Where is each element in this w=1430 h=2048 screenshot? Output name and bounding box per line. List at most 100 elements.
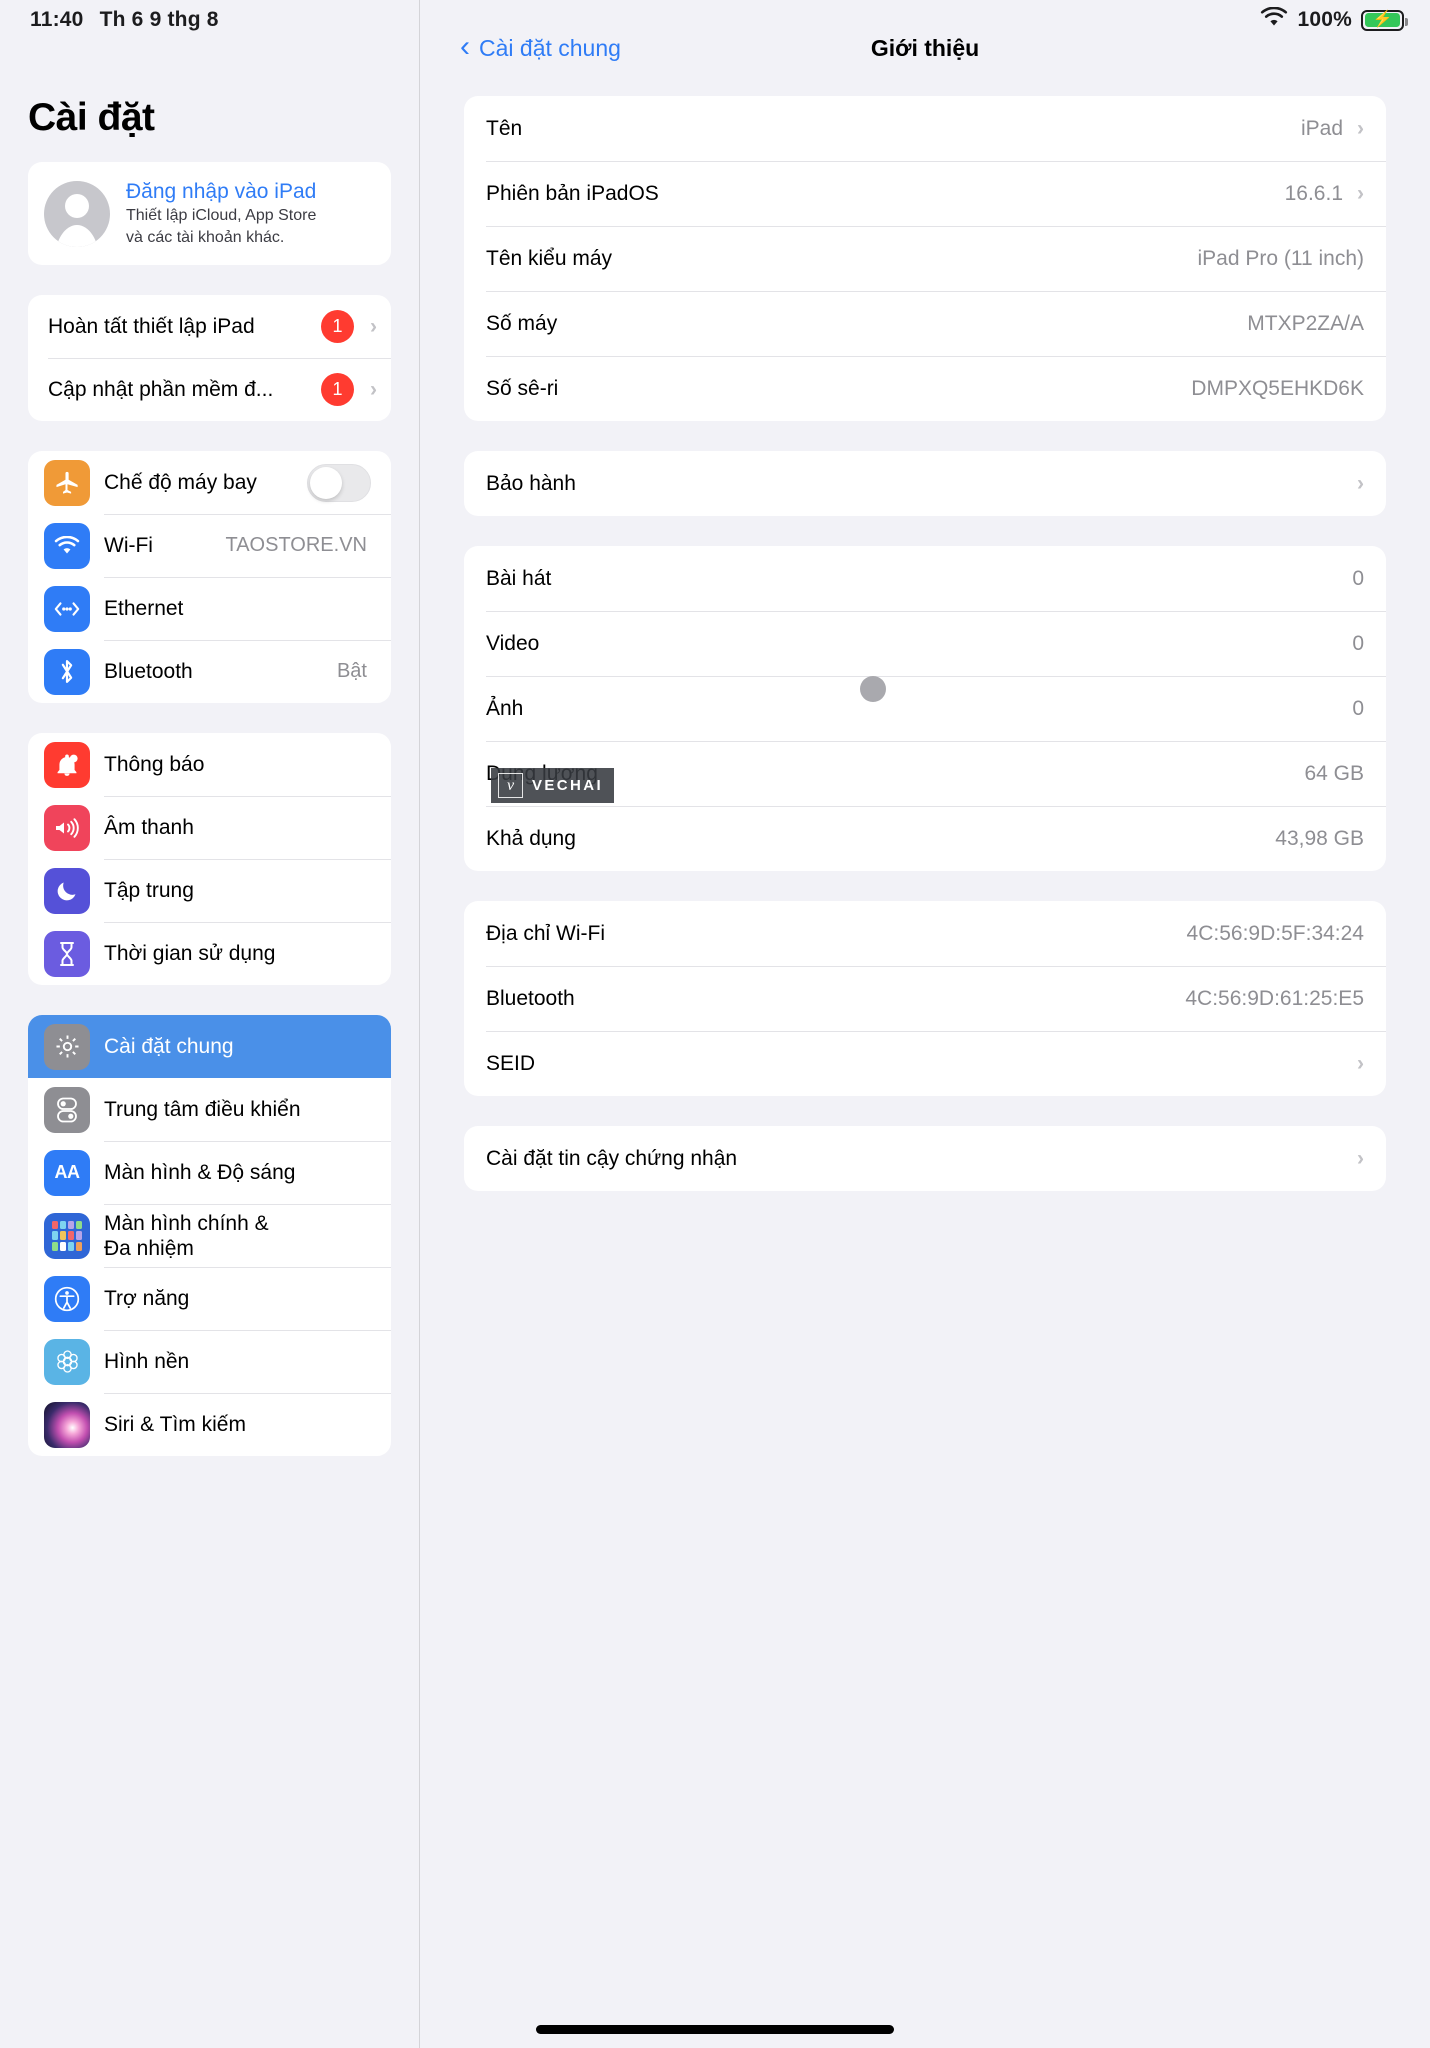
gear-icon [44, 1023, 90, 1070]
storage-card: Bài hát 0 Video 0 Ảnh 0 Dung lượng 64 GB… [464, 546, 1386, 871]
row-warranty[interactable]: Bảo hành › [464, 451, 1386, 516]
row-value: 0 [1352, 566, 1364, 590]
wallpaper-icon [44, 1338, 90, 1385]
chevron-right-icon: › [370, 315, 377, 339]
chevron-right-icon: › [1357, 1052, 1364, 1075]
setup-card[interactable]: Hoàn tất thiết lập iPad 1 › Cập nhật phầ… [28, 295, 391, 422]
bluetooth-state: Bật [336, 660, 367, 683]
avatar [44, 180, 110, 247]
sidebar-item-focus[interactable]: Tập trung [28, 859, 391, 922]
sidebar-item-home-screen-multitasking[interactable]: Màn hình chính & Đa nhiệm [28, 1204, 391, 1267]
sidebar-item-label: Trợ năng [104, 1286, 190, 1310]
hourglass-icon [44, 930, 90, 977]
row-bluetooth-address: Bluetooth 4C:56:9D:61:25:E5 [464, 966, 1386, 1031]
general-card[interactable]: Cài đặt chung Trung tâm điều khiển AA Mà… [28, 1015, 391, 1457]
airplane-icon [44, 459, 90, 506]
sidebar-item-label: Màn hình chính & [104, 1211, 269, 1235]
signin-subtitle-line1: Thiết lập iCloud, App Store [126, 207, 317, 225]
drag-indicator-dot[interactable] [860, 676, 886, 702]
row-value: DMPXQ5EHKD6K [1191, 376, 1364, 400]
chevron-right-icon: › [370, 378, 377, 402]
settings-sidebar[interactable]: Cài đặt Đăng nhập vào iPad Thiết lập iCl… [0, 0, 420, 2048]
row-name[interactable]: Tên iPad › [464, 96, 1386, 161]
signin-subtitle-line2: và các tài khoản khác. [126, 228, 285, 246]
sidebar-item-label: Thời gian sử dụng [104, 941, 276, 965]
home-screen-icon [44, 1212, 90, 1259]
sidebar-item-label: Hình nền [104, 1349, 190, 1373]
moon-icon [44, 867, 90, 914]
sidebar-item-label: Wi-Fi [104, 533, 153, 557]
sidebar-item-notifications[interactable]: Thông báo [28, 733, 391, 796]
status-bar: 11:40 Th 6 9 thg 8 100% ⚡ [0, 0, 1430, 40]
wifi-network-name: TAOSTORE.VN [225, 534, 367, 557]
notifications-card[interactable]: Thông báo Âm thanh Tập trung Thời gian s… [28, 733, 391, 986]
about-detail-pane: ‹ Cài đặt chung Giới thiệu Tên iPad › Ph… [420, 0, 1430, 2048]
row-value: 16.6.1 [1284, 181, 1343, 205]
wifi-icon [44, 522, 90, 569]
row-songs: Bài hát 0 [486, 566, 1364, 590]
battery-charging-icon: ⚡ [1361, 9, 1408, 31]
sidebar-item-screen-time[interactable]: Thời gian sử dụng [28, 922, 391, 985]
status-date: Th 6 9 thg 8 [99, 8, 219, 31]
sidebar-item-display-brightness[interactable]: AA Màn hình & Độ sáng [28, 1141, 391, 1204]
watermark-text: VECHAI [532, 777, 604, 794]
sidebar-item-software-update[interactable]: Cập nhật phần mềm đ... 1 › [28, 358, 391, 421]
device-info-card[interactable]: Tên iPad › Phiên bản iPadOS 16.6.1 › Tên… [464, 96, 1386, 421]
sidebar-item-sounds[interactable]: Âm thanh [28, 796, 391, 859]
sidebar-item-label: Ethernet [104, 596, 184, 620]
sidebar-item-siri-search[interactable]: Siri & Tìm kiếm [28, 1393, 391, 1456]
wifi-icon [1260, 6, 1288, 33]
sidebar-item-label: Bluetooth [104, 659, 193, 683]
sidebar-item-label: Siri & Tìm kiếm [104, 1412, 246, 1436]
row-certificate-trust-settings[interactable]: Cài đặt tin cậy chứng nhận › [464, 1126, 1386, 1191]
sidebar-item-accessibility[interactable]: Trợ năng [28, 1267, 391, 1330]
row-wifi-address: Địa chỉ Wi-Fi 4C:56:9D:5F:34:24 [486, 921, 1364, 945]
certificate-trust-card[interactable]: Cài đặt tin cậy chứng nhận › [464, 1126, 1386, 1191]
row-seid[interactable]: SEID › [464, 1031, 1386, 1096]
status-time: 11:40 [30, 8, 84, 31]
warranty-card[interactable]: Bảo hành › [464, 451, 1386, 516]
row-serial-number: Số sê-ri DMPXQ5EHKD6K [464, 356, 1386, 421]
sidebar-item-label: Âm thanh [104, 815, 194, 839]
row-value: 0 [1352, 631, 1364, 655]
sidebar-item-ethernet[interactable]: Ethernet [28, 577, 391, 640]
airplane-mode-toggle[interactable] [307, 463, 371, 502]
signin-card[interactable]: Đăng nhập vào iPad Thiết lập iCloud, App… [28, 162, 391, 266]
row-model-number: Số máy MTXP2ZA/A [464, 291, 1386, 356]
page-title: Cài đặt [28, 96, 155, 139]
sidebar-item-finish-setup[interactable]: Hoàn tất thiết lập iPad 1 › [28, 295, 391, 358]
home-indicator[interactable] [536, 2025, 894, 2034]
row-value: iPad [1300, 116, 1343, 140]
connectivity-card[interactable]: Chế độ máy bay Wi-Fi TAOSTORE.VN Etherne… [28, 451, 391, 704]
sidebar-item-airplane-mode[interactable]: Chế độ máy bay [28, 451, 391, 514]
network-card[interactable]: Địa chỉ Wi-Fi 4C:56:9D:5F:34:24 Bluetoot… [464, 901, 1386, 1096]
sidebar-item-control-center[interactable]: Trung tâm điều khiển [28, 1078, 391, 1141]
display-aa-icon: AA [44, 1149, 90, 1196]
sidebar-item-signin[interactable]: Đăng nhập vào iPad Thiết lập iCloud, App… [28, 162, 391, 265]
siri-icon [44, 1401, 90, 1448]
vechai-watermark: v VECHAI [491, 768, 615, 803]
row-value: 43,98 GB [1275, 826, 1364, 850]
row-available: Khả dụng 43,98 GB [464, 806, 1386, 871]
sidebar-item-label-line2: Đa nhiệm [104, 1236, 194, 1260]
row-videos: Video 0 [464, 611, 1386, 676]
row-value: MTXP2ZA/A [1247, 311, 1364, 335]
row-ipados-version[interactable]: Phiên bản iPadOS 16.6.1 › [464, 161, 1386, 226]
control-center-icon [44, 1086, 90, 1133]
row-value: 64 GB [1304, 761, 1364, 785]
row-value: iPad Pro (11 inch) [1197, 246, 1364, 270]
status-bar-right: 100% ⚡ [1260, 6, 1408, 33]
chevron-right-icon: › [1357, 182, 1364, 205]
sidebar-item-label: Tập trung [104, 878, 194, 902]
sidebar-item-bluetooth[interactable]: Bluetooth Bật [28, 640, 391, 703]
accessibility-icon [44, 1275, 90, 1322]
sidebar-item-label: Cập nhật phần mềm đ... [48, 377, 274, 401]
status-bar-left: 11:40 Th 6 9 thg 8 [30, 8, 219, 32]
sidebar-item-label: Hoàn tất thiết lập iPad [48, 314, 255, 338]
sidebar-item-wallpaper[interactable]: Hình nền [28, 1330, 391, 1393]
sidebar-item-general[interactable]: Cài đặt chung [28, 1015, 391, 1079]
row-photos: Ảnh 0 [464, 676, 1386, 741]
sidebar-item-wifi[interactable]: Wi-Fi TAOSTORE.VN [28, 514, 391, 577]
chevron-right-icon: › [1357, 472, 1364, 495]
watermark-logo-icon: v [498, 773, 523, 798]
